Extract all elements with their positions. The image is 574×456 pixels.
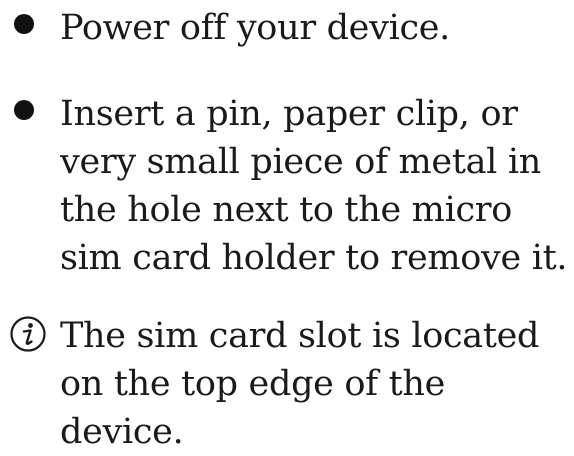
bullet-icon <box>14 100 34 120</box>
instruction-step: Power off your device. <box>14 4 570 52</box>
bullet-icon <box>14 14 34 34</box>
step-text: Power off your device. <box>60 8 451 48</box>
step-text: Insert a pin, paper clip, or very small … <box>60 94 568 278</box>
info-icon <box>8 314 48 354</box>
note-text: The sim card slot is located on the top … <box>60 316 540 452</box>
instruction-step: Insert a pin, paper clip, or very small … <box>14 90 570 282</box>
info-note: The sim card slot is located on the top … <box>10 312 570 456</box>
